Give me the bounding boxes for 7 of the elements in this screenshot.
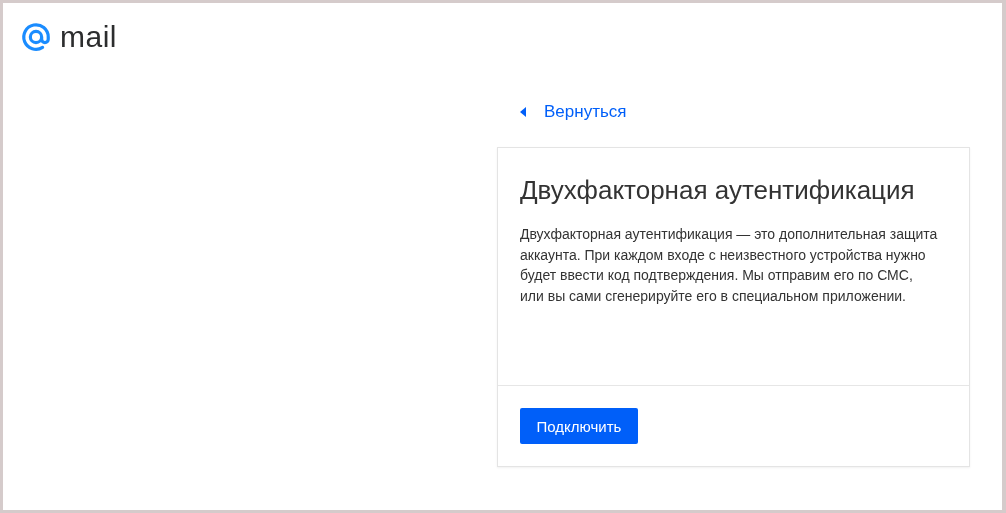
logo-text: mail (60, 22, 117, 52)
card-description: Двухфакторная аутентификация — это дополнительная защита аккаунта. При каждом входе с неизвестного устройства нужно будет ввести код подтверждения. Мы отправим его по СМС, или вы сами сгенерируйте его в специальном приложении. (520, 225, 939, 306)
card-title: Двухфакторная аутентификация (520, 174, 916, 206)
at-sign-icon (20, 21, 52, 53)
back-arrow-icon (520, 107, 526, 117)
connect-button[interactable]: Подключить (520, 408, 638, 444)
back-link[interactable]: Вернуться (520, 102, 627, 122)
